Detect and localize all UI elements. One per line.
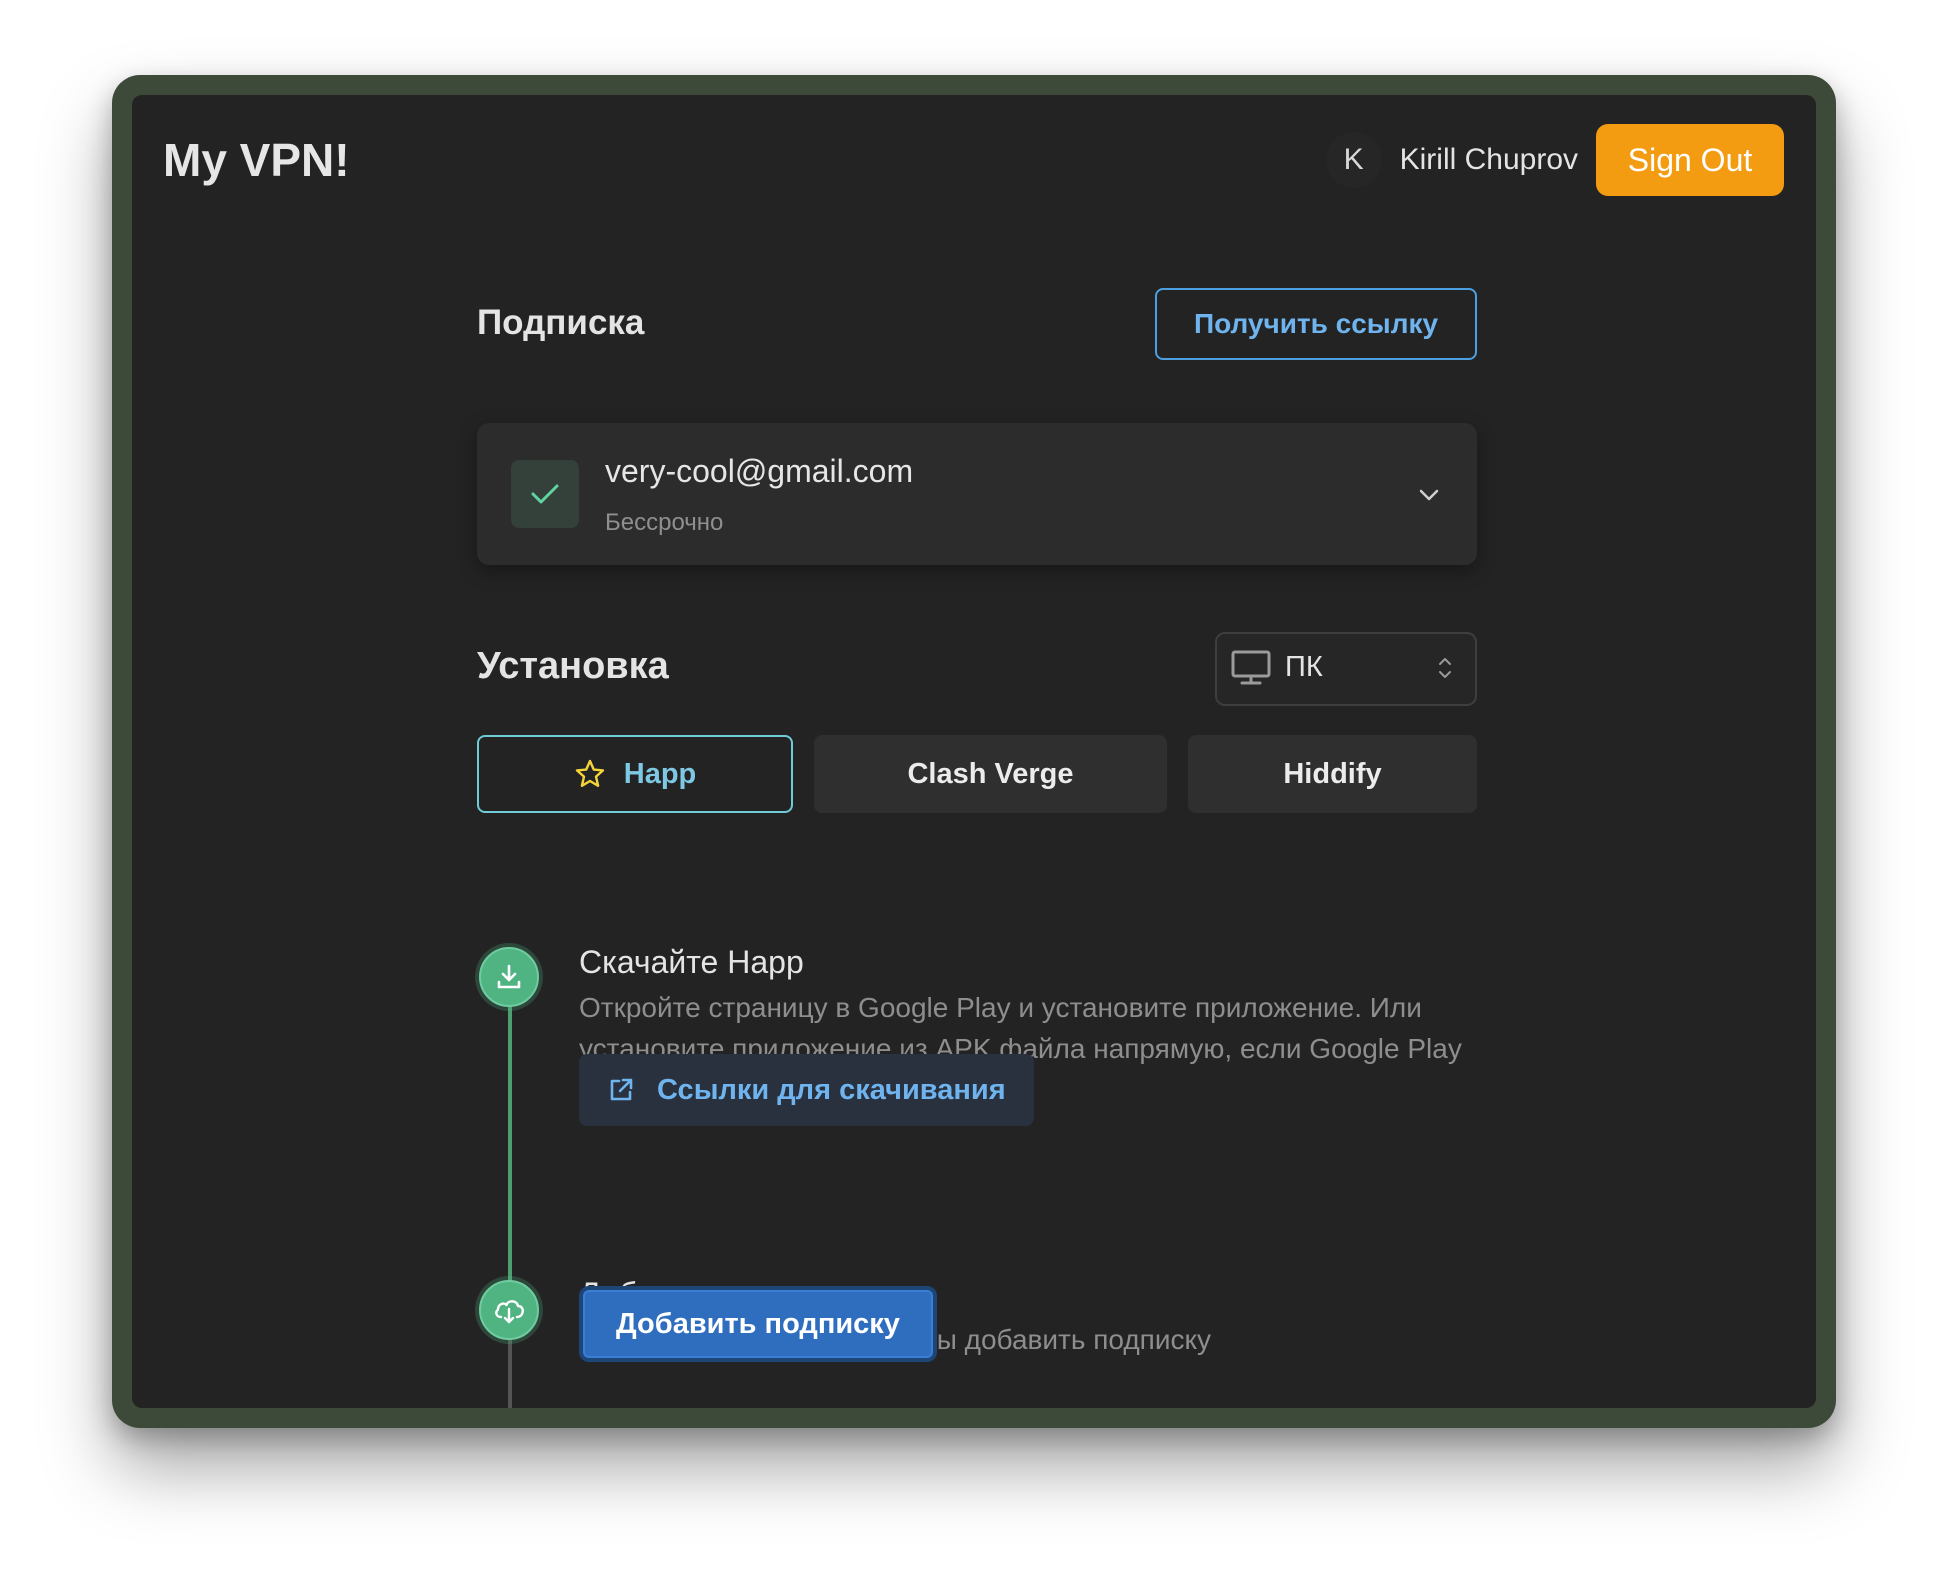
main-content: Подписка Получить ссылку very-cool@gmail… bbox=[477, 95, 1477, 1408]
cloud-download-icon bbox=[479, 1280, 539, 1340]
download-icon bbox=[479, 947, 539, 1007]
add-subscription-button[interactable]: Добавить подписку bbox=[579, 1286, 937, 1362]
external-link-icon bbox=[607, 1076, 635, 1104]
star-icon bbox=[574, 758, 606, 790]
tab-happ-label: Happ bbox=[623, 757, 697, 790]
subscription-email: very-cool@gmail.com bbox=[605, 453, 914, 489]
tab-clash-verge[interactable]: Clash Verge bbox=[814, 735, 1167, 813]
tab-clash-verge-label: Clash Verge bbox=[907, 757, 1074, 790]
installation-title: Установка bbox=[477, 645, 669, 687]
window-frame: My VPN! K Kirill Chuprov Sign Out Подпис… bbox=[112, 75, 1836, 1428]
step-1-title: Скачайте Happ bbox=[579, 944, 804, 980]
check-icon bbox=[511, 460, 579, 528]
app-title: My VPN! bbox=[163, 134, 350, 186]
subscription-term: Бессрочно bbox=[605, 509, 724, 536]
tab-happ[interactable]: Happ bbox=[477, 735, 793, 813]
download-links-button[interactable]: Ссылки для скачивания bbox=[579, 1054, 1034, 1126]
platform-value: ПК bbox=[1285, 651, 1323, 683]
platform-select[interactable]: ПК bbox=[1215, 632, 1477, 706]
step-connector bbox=[508, 975, 512, 1307]
app-window: My VPN! K Kirill Chuprov Sign Out Подпис… bbox=[132, 95, 1816, 1408]
tab-hiddify-label: Hiddify bbox=[1283, 757, 1382, 790]
sign-out-button[interactable]: Sign Out bbox=[1596, 124, 1784, 196]
get-link-button[interactable]: Получить ссылку bbox=[1155, 288, 1477, 360]
subscription-card[interactable]: very-cool@gmail.com Бессрочно bbox=[477, 423, 1477, 565]
step-connector-pending bbox=[508, 1335, 512, 1408]
select-arrows-icon bbox=[1437, 655, 1453, 686]
chevron-down-icon[interactable] bbox=[1415, 481, 1443, 509]
download-links-label: Ссылки для скачивания bbox=[657, 1073, 1006, 1106]
monitor-icon bbox=[1231, 650, 1271, 691]
tab-hiddify[interactable]: Hiddify bbox=[1188, 735, 1477, 813]
subscription-title: Подписка bbox=[477, 303, 645, 342]
app-tabs: Happ Clash Verge Hiddify bbox=[477, 735, 1477, 813]
